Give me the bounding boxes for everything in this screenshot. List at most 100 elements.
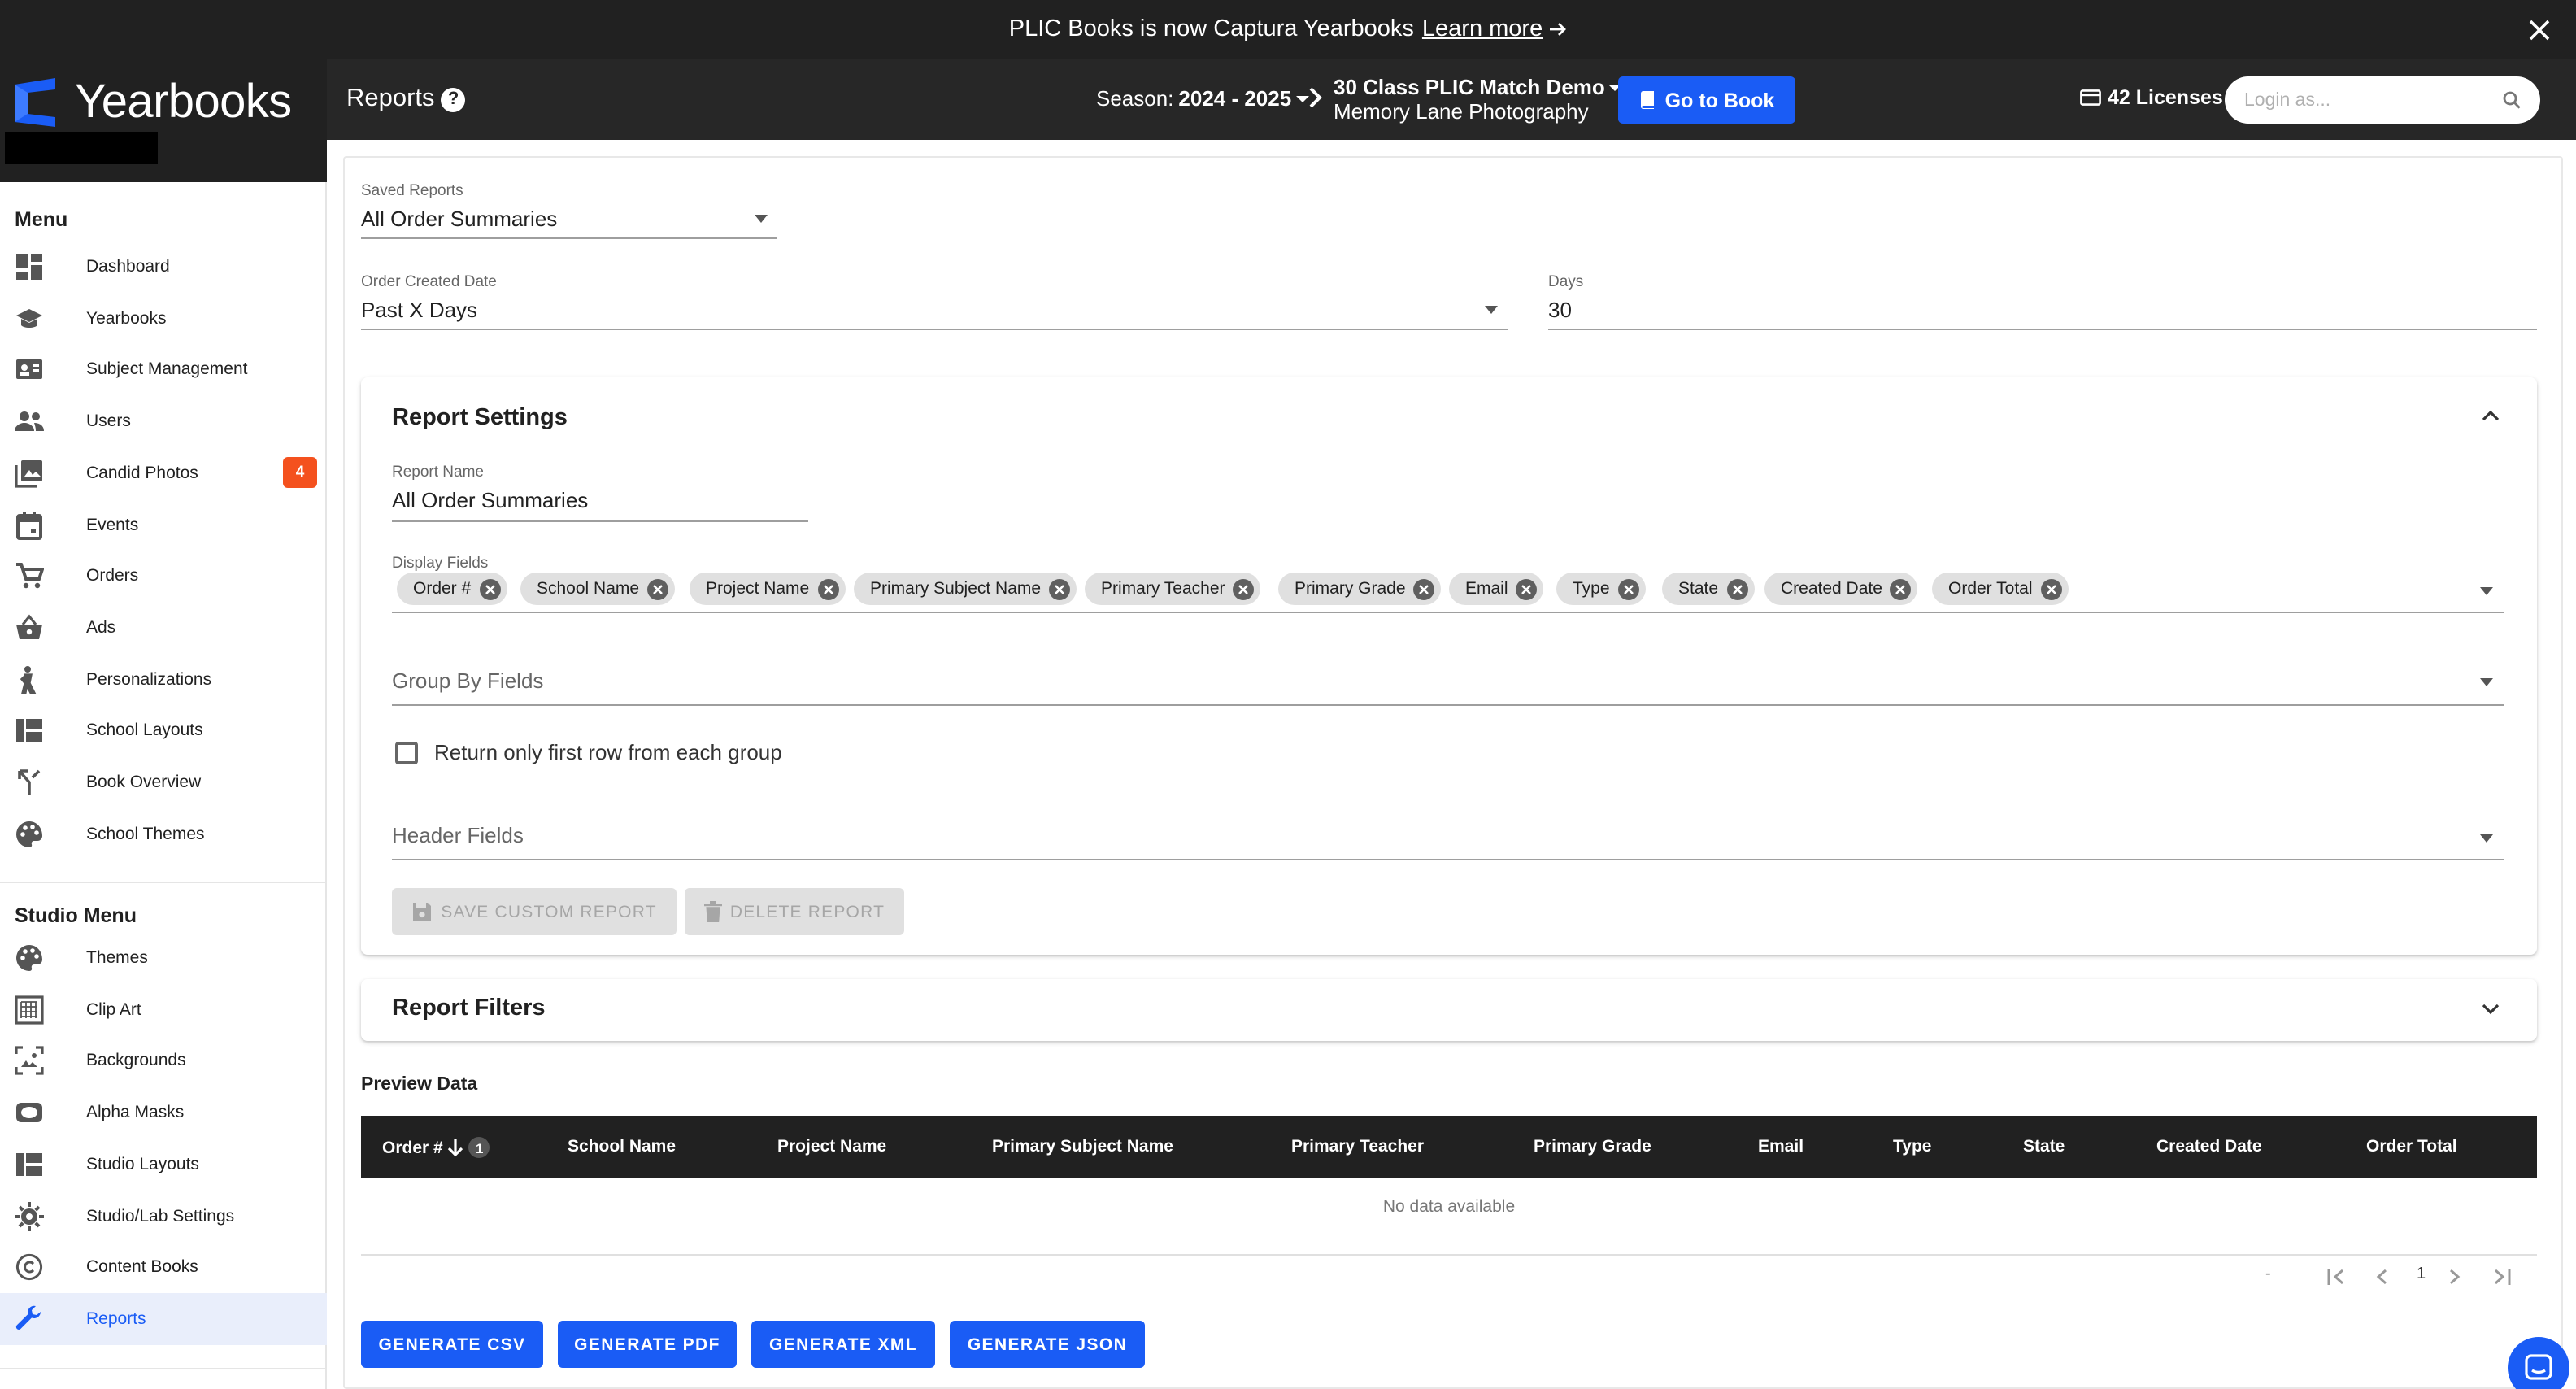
- close-icon: [485, 584, 495, 594]
- sidebar-item-subject-management[interactable]: Subject Management: [0, 344, 327, 396]
- sidebar-item-label: Studio/Lab Settings: [86, 1206, 235, 1226]
- dashboard-icon: [16, 254, 42, 280]
- sidebar-item-label: Candid Photos: [86, 463, 198, 483]
- chip-remove-icon[interactable]: [2040, 578, 2062, 599]
- basket-icon: [16, 614, 42, 639]
- sidebar-item-users[interactable]: Users: [0, 395, 327, 447]
- sidebar-item-themes[interactable]: Themes: [0, 932, 327, 984]
- column-header[interactable]: Project Name: [777, 1137, 886, 1156]
- no-data-message: No data available: [1382, 1197, 1516, 1217]
- days-value[interactable]: 30: [1548, 298, 1572, 322]
- column-header[interactable]: Type: [1893, 1137, 1931, 1156]
- sidebar-item-candid-photos[interactable]: Candid Photos 4: [0, 447, 327, 499]
- generate-xml-button[interactable]: GENERATE XML: [751, 1321, 935, 1368]
- report-filters-card[interactable]: [361, 979, 2537, 1041]
- display-field-chip[interactable]: Project Name: [690, 573, 846, 605]
- close-icon: [1419, 584, 1429, 594]
- report-name-value[interactable]: All Order Summaries: [392, 488, 588, 512]
- display-field-chip[interactable]: Order Total: [1932, 573, 2069, 605]
- chat-icon: [2525, 1354, 2552, 1380]
- generate-json-button[interactable]: GENERATE JSON: [950, 1321, 1145, 1368]
- column-header-label: Primary Teacher: [1291, 1137, 1425, 1156]
- sidebar-item-alpha-masks[interactable]: Alpha Masks: [0, 1086, 327, 1139]
- announcement-banner: PLIC Books is now Captura Yearbooks Lear…: [0, 0, 2576, 59]
- sidebar-item-ads[interactable]: Ads: [0, 602, 327, 654]
- season-label: Season:: [1096, 86, 1174, 111]
- licenses-indicator[interactable]: 42 Licenses: [2080, 86, 2223, 109]
- sidebar-item-studio-layouts[interactable]: Studio Layouts: [0, 1139, 327, 1191]
- first-row-label[interactable]: Return only first row from each group: [434, 740, 782, 764]
- chip-remove-icon[interactable]: [1890, 578, 1912, 599]
- chip-remove-icon[interactable]: [1516, 578, 1538, 599]
- sidebar-item-content-books[interactable]: Content Books: [0, 1241, 327, 1293]
- column-header[interactable]: Email: [1758, 1137, 1804, 1156]
- column-header[interactable]: Primary Grade: [1534, 1137, 1651, 1156]
- generate-pdf-button[interactable]: GENERATE PDF: [558, 1321, 737, 1368]
- sidebar-item-school-layouts[interactable]: School Layouts: [0, 705, 327, 757]
- report-name-underline: [392, 520, 808, 522]
- learn-more-link[interactable]: Learn more: [1422, 16, 1567, 42]
- next-page-icon[interactable]: [2449, 1269, 2461, 1285]
- close-icon: [2046, 584, 2056, 594]
- chip-remove-icon[interactable]: [1413, 578, 1435, 599]
- generate-csv-button[interactable]: GENERATE CSV: [361, 1321, 543, 1368]
- chip-remove-icon[interactable]: [1233, 578, 1255, 599]
- column-header-label: Type: [1893, 1137, 1932, 1156]
- sidebar-item-dashboard[interactable]: Dashboard: [0, 241, 327, 293]
- login-as-input[interactable]: [2244, 90, 2503, 110]
- column-header[interactable]: State: [2023, 1137, 2065, 1156]
- chevron-up-icon[interactable]: [2482, 410, 2500, 421]
- chip-remove-icon[interactable]: [1726, 578, 1748, 599]
- chip-remove-icon[interactable]: [1617, 578, 1639, 599]
- sidebar-item-personalizations[interactable]: Personalizations: [0, 653, 327, 705]
- display-field-chip[interactable]: Created Date: [1764, 573, 1918, 605]
- sidebar-item-events[interactable]: Events: [0, 499, 327, 551]
- sidebar-item-backgrounds[interactable]: Backgrounds: [0, 1035, 327, 1087]
- display-field-chip[interactable]: School Name: [520, 573, 676, 605]
- display-field-chip[interactable]: Primary Teacher: [1085, 573, 1261, 605]
- sidebar-item-school-themes[interactable]: School Themes: [0, 808, 327, 860]
- column-header[interactable]: Primary Subject Name: [992, 1137, 1173, 1156]
- first-row-checkbox[interactable]: [395, 742, 418, 764]
- chip-remove-icon[interactable]: [647, 578, 669, 599]
- column-header[interactable]: Created Date: [2156, 1137, 2262, 1156]
- display-field-chip[interactable]: State: [1662, 573, 1755, 605]
- display-field-chip[interactable]: Primary Subject Name: [854, 573, 1077, 605]
- sidebar-item-yearbooks[interactable]: Yearbooks: [0, 292, 327, 344]
- column-header[interactable]: School Name: [568, 1137, 676, 1156]
- help-icon[interactable]: ?: [441, 87, 466, 111]
- column-header-label: School Name: [568, 1137, 677, 1156]
- last-page-icon[interactable]: [2493, 1269, 2511, 1285]
- login-as-field[interactable]: [2225, 76, 2540, 124]
- display-field-chip[interactable]: Type: [1556, 573, 1646, 605]
- go-to-book-button[interactable]: Go to Book: [1618, 76, 1795, 124]
- first-page-icon[interactable]: [2327, 1269, 2345, 1285]
- chip-remove-icon[interactable]: [1049, 578, 1071, 599]
- column-header[interactable]: Order Total: [2366, 1137, 2457, 1156]
- sidebar-item-reports[interactable]: Reports: [0, 1292, 327, 1345]
- save-custom-report-button[interactable]: SAVE CUSTOM REPORT: [392, 888, 677, 935]
- close-icon: [1055, 584, 1064, 594]
- season-selector[interactable]: Season: 2024 - 2025: [1096, 86, 1310, 111]
- display-field-chip[interactable]: Email: [1449, 573, 1544, 605]
- person-icon: [20, 665, 37, 694]
- chip-label: Primary Subject Name: [870, 579, 1042, 599]
- column-header[interactable]: Primary Teacher: [1291, 1137, 1424, 1156]
- pagination-range: -: [2265, 1265, 2271, 1283]
- sidebar-item-book-overview[interactable]: Book Overview: [0, 756, 327, 808]
- column-header[interactable]: Order # 1: [382, 1137, 490, 1158]
- project-selector[interactable]: 30 Class PLIC Match Demo Memory Lane Pho…: [1334, 75, 1621, 124]
- app-logo[interactable]: Yearbooks: [10, 75, 292, 130]
- display-field-chip[interactable]: Order #: [397, 573, 507, 605]
- previous-page-icon[interactable]: [2376, 1269, 2387, 1285]
- display-field-chip[interactable]: Primary Grade: [1278, 573, 1442, 605]
- chip-remove-icon[interactable]: [817, 578, 839, 599]
- sidebar-item-clip-art[interactable]: Clip Art: [0, 983, 327, 1035]
- sidebar-item-orders[interactable]: Orders: [0, 550, 327, 602]
- sidebar-item-studio-lab-settings[interactable]: Studio/Lab Settings: [0, 1190, 327, 1242]
- chevron-down-icon[interactable]: [2482, 1004, 2500, 1015]
- yearbooks-logo-icon: [15, 78, 55, 127]
- delete-report-button[interactable]: DELETE REPORT: [685, 888, 904, 935]
- banner-close-button[interactable]: [2524, 15, 2553, 44]
- chip-remove-icon[interactable]: [479, 578, 501, 599]
